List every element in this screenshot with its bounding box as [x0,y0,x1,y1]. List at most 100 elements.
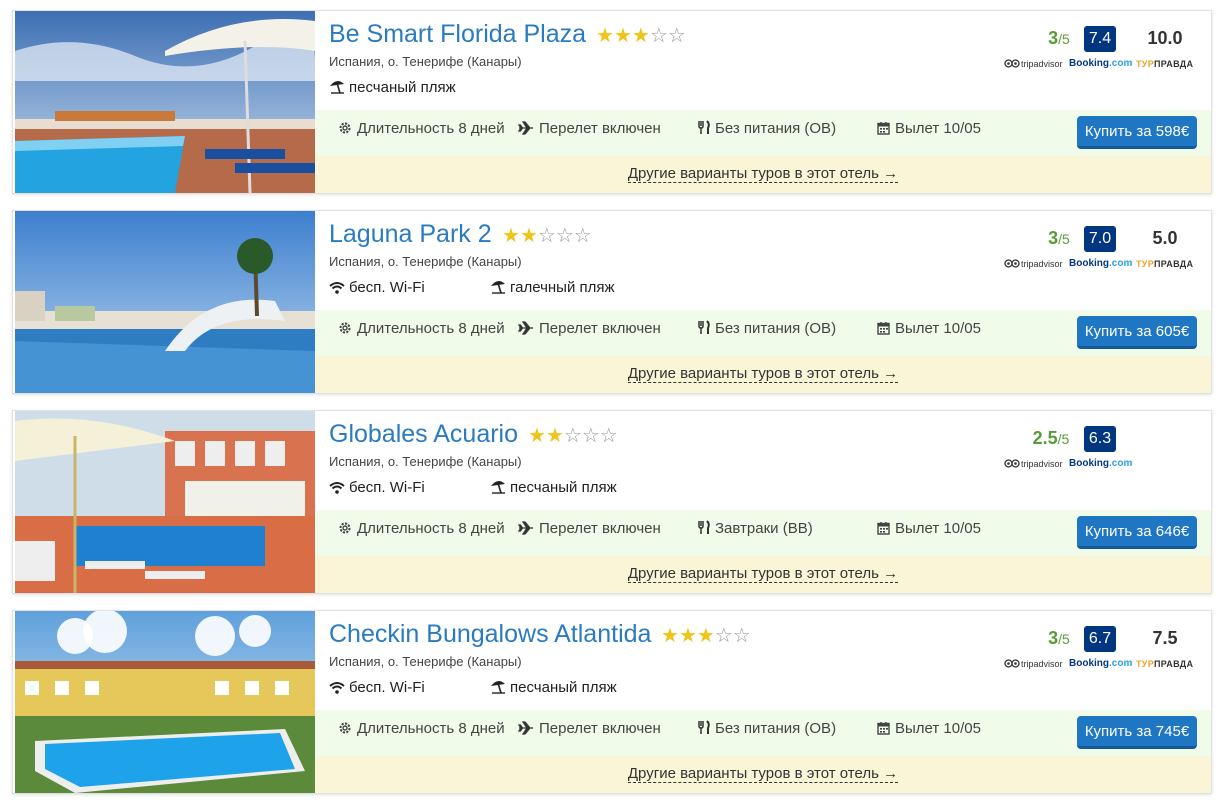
star-filled-icon: ★ [678,625,697,647]
beach-umbrella-icon [490,479,510,496]
turpravda-rating: 10.0 [1147,28,1183,48]
booking-logo[interactable]: Booking.com [1069,658,1132,669]
wifi-icon [329,679,349,696]
hotel-name-link[interactable]: Globales Acuario [329,420,518,449]
booking-rating-badge: 7.0 [1084,226,1116,252]
cutlery-icon [698,520,715,537]
buy-button[interactable]: Купить за 598€ [1077,116,1197,149]
amenity-label: бесп. Wi-Fi [349,479,425,496]
tripadvisor-scale: /5 [1057,431,1070,447]
departure-info: Вылет 10/05 [877,320,981,337]
other-tours-link[interactable]: Другие варианты туров в этот отель → [627,566,899,583]
other-tours-link[interactable]: Другие варианты туров в этот отель → [627,366,899,383]
buy-button[interactable]: Купить за 646€ [1077,516,1197,549]
airplane-icon [517,320,539,337]
meal-info-label: Без питания (ОВ) [715,320,837,337]
buy-button[interactable]: Купить за 745€ [1077,716,1197,749]
booking-wordmark-suffix: .com [1109,658,1133,669]
flight-info: Перелет включен [517,120,661,137]
airplane-icon [517,720,539,737]
calendar-icon [877,320,895,337]
hotel-stars: ★★☆☆☆ [502,226,592,246]
booking-wordmark: Booking [1069,458,1109,469]
flight-info-label: Перелет включен [539,520,661,537]
booking-logo[interactable]: Booking.com [1069,458,1132,469]
hotel-name-link[interactable]: Checkin Bungalows Atlantida [329,620,651,649]
tripadvisor-wordmark: tripadvisor [1021,59,1063,69]
booking-logo[interactable]: Booking.com [1069,58,1132,69]
calendar-icon [877,120,895,137]
departure-info: Вылет 10/05 [877,720,981,737]
tripadvisor-wordmark: tripadvisor [1021,659,1063,669]
amenity-label: бесп. Wi-Fi [349,279,425,296]
star-filled-icon: ★ [596,25,614,47]
duration-info: Длительность 8 дней [338,320,505,337]
duration-info-label: Длительность 8 дней [357,720,505,737]
star-filled-icon: ★ [696,625,715,647]
departure-info-label: Вылет 10/05 [895,720,981,737]
turpravda-rating: 7.5 [1152,628,1178,648]
tour-info-bar: Длительность 8 дней Перелет включен Без пи… [315,710,1211,756]
tripadvisor-owl-icon [1004,59,1020,68]
tripadvisor-logo[interactable]: tripadvisor [1004,459,1063,469]
turpravda-wordmark-prefix: ТУР [1136,59,1154,69]
flight-info: Перелет включен [517,720,661,737]
other-tours-link[interactable]: Другие варианты туров в этот отель → [627,766,899,783]
meal-info-label: Без питания (ОВ) [715,720,837,737]
star-empty-icon: ☆ [649,25,668,47]
tripadvisor-score: 2.5 [1032,428,1058,448]
booking-rating-badge: 6.3 [1084,426,1116,452]
hotel-location: Испания, о. Тенерифе (Канары) [329,254,522,269]
beach-umbrella-icon [329,79,349,96]
booking-wordmark-suffix: .com [1109,458,1133,469]
tripadvisor-owl-icon [1004,459,1020,468]
cutlery-icon [698,720,715,737]
tripadvisor-logo[interactable]: tripadvisor [1004,259,1063,269]
tripadvisor-wordmark: tripadvisor [1021,259,1063,269]
duration-info-label: Длительность 8 дней [357,320,505,337]
cutlery-icon [698,320,715,337]
booking-logo[interactable]: Booking.com [1069,258,1132,269]
tour-info-bar: Длительность 8 дней Перелет включен Завтра… [315,510,1211,556]
star-empty-icon: ☆ [573,225,592,247]
other-tours-bar: Другие варианты туров в этот отель → [315,156,1211,193]
tripadvisor-wordmark: tripadvisor [1021,459,1063,469]
amenity-item: песчаный пляж [490,479,617,496]
star-empty-icon: ☆ [599,425,618,447]
booking-wordmark: Booking [1069,58,1109,69]
hotel-photo[interactable] [15,211,315,393]
hotel-name-link[interactable]: Be Smart Florida Plaza [329,20,586,49]
departure-info: Вылет 10/05 [877,120,981,137]
tripadvisor-logo[interactable]: tripadvisor [1004,59,1063,69]
gear-icon [338,320,357,337]
calendar-icon [877,720,895,737]
hotel-photo[interactable] [15,11,315,193]
turpravda-logo[interactable]: ТУРПРАВДА [1136,59,1193,69]
meal-info-label: Без питания (ОВ) [715,120,837,137]
star-filled-icon: ★ [613,25,632,47]
star-filled-icon: ★ [519,225,538,247]
hotel-name-link[interactable]: Laguna Park 2 [329,220,492,249]
hotel-location: Испания, о. Тенерифе (Канары) [329,654,522,669]
hotel-photo[interactable] [15,611,315,793]
tour-info-bar: Длительность 8 дней Перелет включен Без пи… [315,310,1211,356]
meal-info: Завтраки (BB) [698,520,813,537]
amenity-item: бесп. Wi-Fi [329,679,425,696]
hotel-photo[interactable] [15,411,315,593]
star-filled-icon: ★ [631,25,650,47]
buy-button[interactable]: Купить за 605€ [1077,316,1197,349]
turpravda-wordmark-prefix: ТУР [1136,659,1154,669]
tripadvisor-logo[interactable]: tripadvisor [1004,659,1063,669]
flight-info-label: Перелет включен [539,120,661,137]
meal-info: Без питания (ОВ) [698,720,836,737]
amenity-label: песчаный пляж [349,79,456,96]
duration-info-label: Длительность 8 дней [357,520,505,537]
star-empty-icon: ☆ [714,625,733,647]
booking-wordmark: Booking [1069,258,1109,269]
gear-icon [338,120,357,137]
turpravda-logo[interactable]: ТУРПРАВДА [1136,259,1193,269]
turpravda-logo[interactable]: ТУРПРАВДА [1136,659,1193,669]
turpravda-wordmark: ПРАВДА [1154,259,1194,269]
other-tours-bar: Другие варианты туров в этот отель → [315,756,1211,793]
other-tours-link[interactable]: Другие варианты туров в этот отель → [627,166,899,183]
